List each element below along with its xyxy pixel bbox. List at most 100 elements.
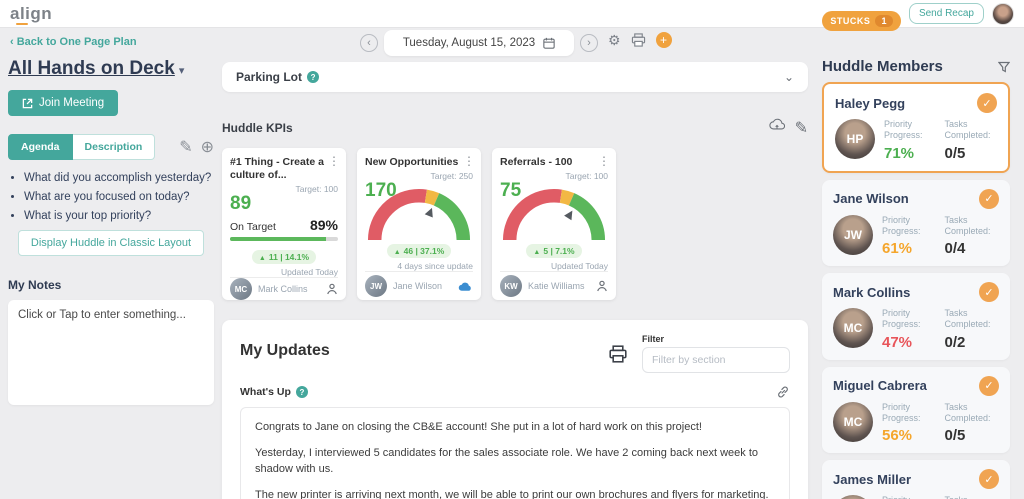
kpi-updated-text: 4 days since update: [397, 261, 473, 272]
nav-row: ‹ Back to One Page Plan ‹ Tuesday, Augus…: [0, 28, 1024, 60]
priority-progress-label: Priority Progress:: [882, 495, 937, 499]
member-avatar: MC: [833, 308, 873, 348]
delta-up-icon: [533, 246, 540, 256]
chevron-left-icon: ‹: [10, 36, 14, 48]
filter-by-section-input[interactable]: [642, 347, 790, 373]
huddle-members-panel: Huddle Members Haley Pegg ✓ HP Priority …: [822, 58, 1010, 499]
previous-day-button[interactable]: ‹: [360, 34, 378, 52]
add-button[interactable]: +: [655, 32, 672, 48]
kpi-card-1-thing[interactable]: ⋮ #1 Thing - Create a culture of... Targ…: [222, 148, 346, 300]
send-recap-button[interactable]: Send Recap: [908, 3, 984, 24]
left-sidebar: All Hands on Deck ▾ Join Meeting Agenda D…: [8, 58, 214, 405]
settings-gear-icon[interactable]: ⚙: [608, 33, 621, 47]
tasks-completed-value: 0/2: [944, 333, 966, 351]
my-updates-title: My Updates: [240, 342, 330, 359]
stucks-badge[interactable]: STUCKS 1: [822, 10, 901, 31]
edit-agenda-pencil-icon[interactable]: ✎: [179, 137, 192, 157]
next-day-button[interactable]: ›: [580, 34, 598, 52]
owner-avatar: MC: [230, 278, 252, 300]
member-avatar: JW: [833, 214, 873, 255]
tab-description[interactable]: Description: [72, 134, 156, 160]
salesforce-cloud-icon[interactable]: [458, 281, 473, 292]
date-picker[interactable]: Tuesday, August 15, 2023: [384, 30, 574, 56]
agenda-item: What did you accomplish yesterday?: [24, 172, 214, 184]
my-updates-card: My Updates Filter What's Up ? Congrats t…: [222, 320, 808, 499]
title-caret-icon[interactable]: ▾: [179, 65, 185, 77]
kpi-updated-text: Updated Today: [550, 261, 608, 272]
user-avatar[interactable]: [992, 2, 1014, 25]
chevron-down-icon[interactable]: ⌄: [784, 70, 794, 84]
stucks-count: 1: [875, 14, 893, 27]
tasks-completed-label: Tasks Completed:: [944, 308, 991, 330]
agenda-list: What did you accomplish yesterday? What …: [8, 172, 214, 222]
on-target-label: On Target: [230, 221, 276, 234]
parking-lot-accordion[interactable]: Parking Lot ? ⌄: [222, 62, 808, 92]
join-meeting-button[interactable]: Join Meeting: [8, 90, 119, 116]
member-card-mark-collins[interactable]: Mark Collins ✓ MC Priority Progress: 47%…: [822, 273, 1010, 360]
check-circle-icon[interactable]: ✓: [979, 375, 999, 396]
kpi-card-new-opportunities[interactable]: ⋮ New Opportunities Target: 250 170 46 |…: [357, 148, 481, 300]
kpi-progress-fill: [230, 237, 327, 241]
help-icon[interactable]: ?: [307, 71, 320, 83]
priority-progress-label: Priority Progress:: [884, 119, 923, 141]
print-icon[interactable]: [631, 33, 646, 47]
align-logo: align: [10, 3, 53, 25]
priority-progress-value: 71%: [884, 144, 915, 162]
member-card-haley-pegg[interactable]: Haley Pegg ✓ HP Priority Progress: 71% T…: [822, 82, 1010, 173]
link-icon[interactable]: [776, 385, 790, 399]
whats-up-editor[interactable]: Congrats to Jane on closing the CB&E acc…: [240, 407, 790, 499]
parking-lot-label: Parking Lot: [236, 70, 303, 84]
stucks-label: STUCKS: [830, 15, 871, 26]
classic-layout-button[interactable]: Display Huddle in Classic Layout: [17, 230, 205, 256]
my-notes-input[interactable]: Click or Tap to enter something...: [8, 300, 214, 405]
tab-agenda[interactable]: Agenda: [8, 134, 73, 160]
tasks-completed-value: 0/4: [944, 240, 966, 257]
cloud-sync-icon[interactable]: [768, 118, 785, 131]
priority-progress-value: 56%: [882, 427, 913, 444]
member-avatar: JM: [833, 495, 873, 499]
kpi-gauge: [502, 186, 606, 242]
priority-progress-label: Priority Progress:: [882, 401, 921, 423]
member-card-miguel-cabrera[interactable]: Miguel Cabrera ✓ MC Priority Progress: 5…: [822, 366, 1010, 453]
kpi-title: #1 Thing - Create a culture of...: [230, 156, 324, 182]
member-card-jane-wilson[interactable]: Jane Wilson ✓ JW Priority Progress: 61% …: [822, 179, 1010, 266]
kebab-menu-icon[interactable]: ⋮: [598, 154, 610, 168]
kpi-title: New Opportunities: [365, 156, 459, 168]
check-circle-icon[interactable]: ✓: [979, 469, 999, 489]
kpi-card-referrals[interactable]: ⋮ Referrals - 100 Target: 100 75 5 | 7.1…: [492, 148, 616, 300]
update-paragraph: Yesterday, I interviewed 5 candidates fo…: [255, 446, 759, 475]
tasks-completed-label: Tasks Completed:: [944, 214, 991, 236]
check-circle-icon[interactable]: ✓: [977, 93, 997, 113]
owner-name: Katie Williams: [528, 281, 585, 292]
kpi-title: Referrals - 100: [500, 156, 573, 168]
priority-progress-label: Priority Progress:: [882, 214, 921, 236]
member-card-james-miller[interactable]: James Miller ✓ JM Priority Progress: Tas…: [822, 460, 1010, 499]
filter-funnel-icon[interactable]: [998, 61, 1010, 73]
person-icon[interactable]: [326, 283, 338, 295]
main-content: Parking Lot ? ⌄ Huddle KPIs ✎ ⋮ #1 Thing…: [222, 62, 808, 499]
top-bar: align STUCKS 1 Send Recap: [0, 0, 1024, 31]
huddle-members-title: Huddle Members: [822, 58, 943, 75]
member-name: Jane Wilson: [833, 191, 909, 206]
kebab-menu-icon[interactable]: ⋮: [463, 154, 475, 168]
check-circle-icon[interactable]: ✓: [979, 188, 999, 209]
help-icon[interactable]: ?: [295, 386, 308, 398]
delta-up-icon: [394, 246, 401, 256]
priority-progress-value: 47%: [882, 333, 913, 351]
priority-progress-value: 61%: [882, 240, 913, 257]
print-updates-icon[interactable]: [608, 344, 628, 363]
kpi-delta-badge: 11 | 14.1%: [251, 250, 317, 264]
back-to-one-page-plan-link[interactable]: ‹ Back to One Page Plan: [10, 36, 137, 48]
filter-label: Filter: [642, 334, 665, 344]
agenda-item: What is your top priority?: [24, 210, 214, 222]
member-name: Mark Collins: [833, 284, 911, 300]
person-icon[interactable]: [596, 280, 608, 292]
add-agenda-item-icon[interactable]: ⊕: [201, 137, 214, 157]
check-circle-icon[interactable]: ✓: [979, 282, 999, 302]
kpi-delta-badge: 46 | 37.1%: [386, 244, 452, 259]
tasks-completed-value: 0/5: [944, 427, 966, 444]
edit-kpis-pencil-icon[interactable]: ✎: [795, 118, 808, 138]
huddle-title[interactable]: All Hands on Deck: [8, 58, 175, 79]
kebab-menu-icon[interactable]: ⋮: [328, 154, 340, 168]
owner-name: Mark Collins: [258, 284, 308, 294]
